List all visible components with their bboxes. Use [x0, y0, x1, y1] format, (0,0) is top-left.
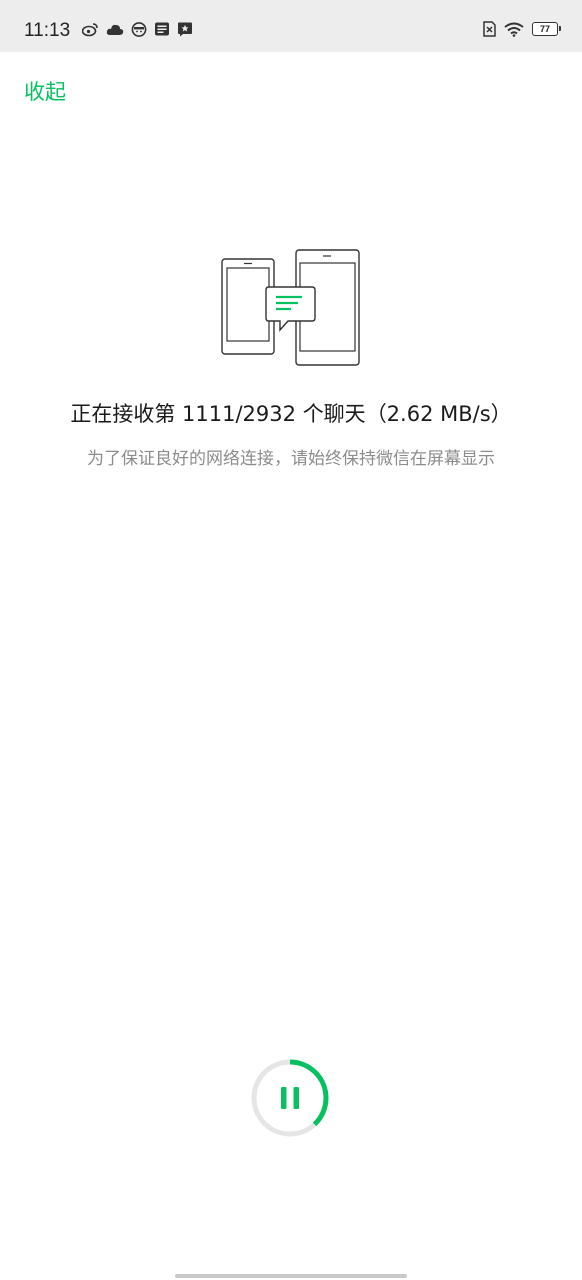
star-badge-icon [178, 22, 192, 37]
message-icon [155, 22, 169, 36]
home-indicator[interactable] [175, 1274, 407, 1278]
keep-screen-hint: 为了保证良好的网络连接，请始终保持微信在屏幕显示 [87, 449, 495, 469]
status-icons-left [82, 21, 193, 37]
progress-label-suffix: 个聊天 [302, 402, 366, 426]
progress-label-prefix: 正在接收第 [70, 402, 176, 426]
wifi-icon [504, 22, 524, 37]
cloud-icon [106, 24, 124, 35]
battery-icon: 77 [532, 22, 561, 36]
phone-transfer-illustration [221, 249, 360, 366]
status-bar: 11:13 77 [0, 0, 582, 52]
weibo-icon [82, 23, 98, 37]
app-face-icon [131, 22, 147, 37]
pause-icon [281, 1087, 299, 1109]
battery-level: 77 [539, 24, 550, 34]
collapse-button[interactable]: 收起 [24, 78, 66, 106]
status-icons-right: 77 [483, 21, 561, 37]
no-sim-icon [483, 21, 496, 37]
progress-title: 正在接收第 1111/2932 个聊天（2.62 MB/s） [70, 402, 512, 426]
progress-current: 1111 [182, 402, 236, 426]
progress-total: 2932 [242, 402, 296, 426]
pause-button[interactable] [250, 1058, 330, 1138]
transfer-speed: （2.62 MB/s） [365, 402, 512, 426]
status-time: 11:13 [24, 20, 71, 41]
